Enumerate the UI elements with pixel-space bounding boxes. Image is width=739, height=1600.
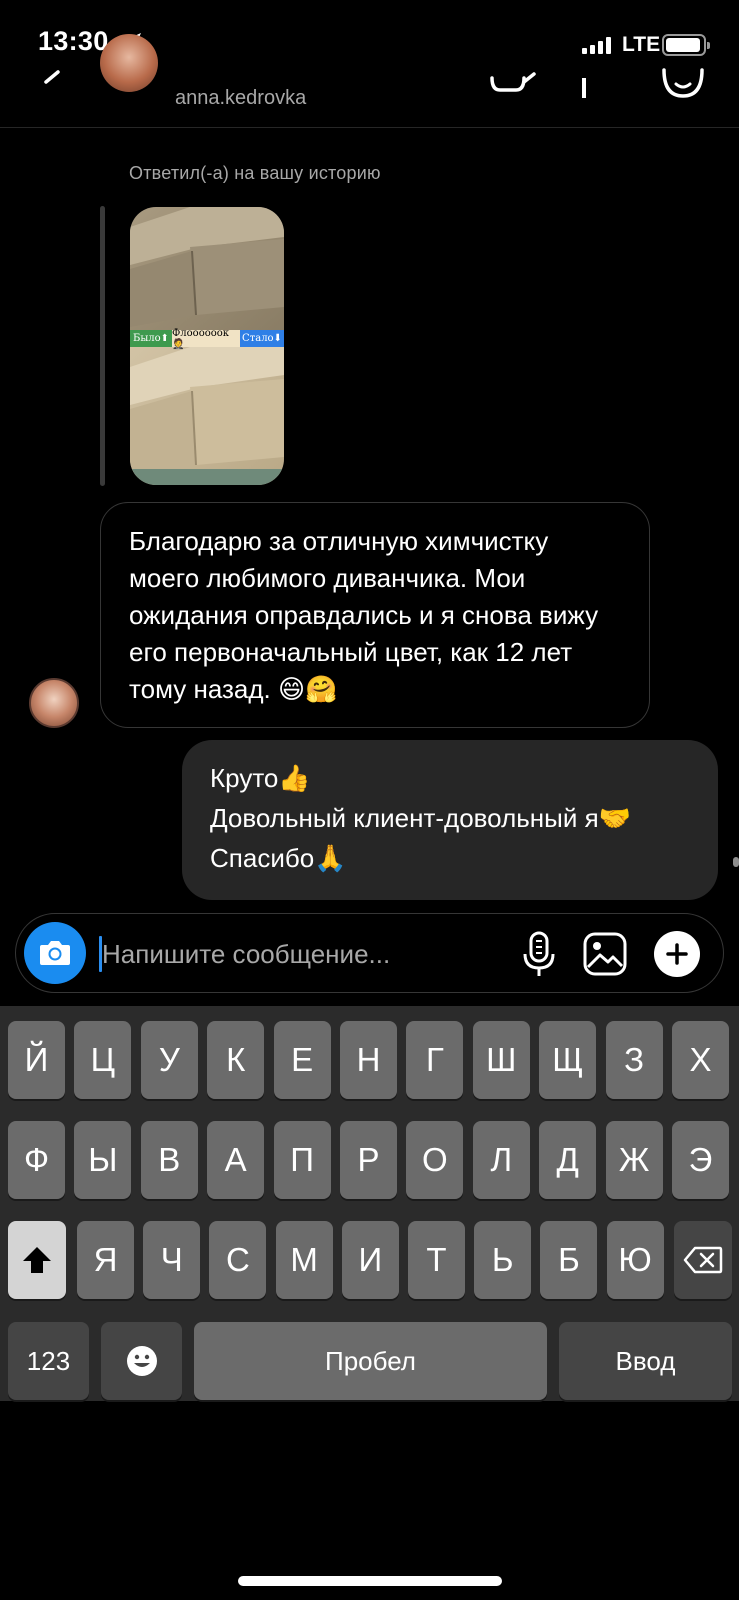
key-х[interactable]: Х (672, 1021, 729, 1099)
numbers-key[interactable]: 123 (8, 1322, 89, 1400)
back-chevron-icon[interactable] (38, 70, 64, 100)
emoji-key[interactable] (101, 1322, 182, 1400)
key-ш[interactable]: Ш (472, 1021, 530, 1099)
key-ч[interactable]: Ч (143, 1221, 201, 1299)
cellular-signal-icon (582, 36, 611, 54)
emoji-icon (126, 1346, 157, 1376)
before-after-caption: Было⬆ Флоооооок🤵 Стало⬇ (130, 328, 284, 350)
info-icon[interactable] (578, 60, 590, 100)
key-г[interactable]: Г (406, 1021, 464, 1099)
key-н[interactable]: Н (340, 1021, 397, 1099)
key-к[interactable]: К (207, 1021, 265, 1099)
outgoing-line-3: Спасибо🙏 (210, 843, 347, 873)
key-э[interactable]: Э (672, 1121, 729, 1199)
key-ы[interactable]: Ы (74, 1121, 132, 1199)
key-в[interactable]: В (140, 1121, 198, 1199)
incoming-message-bubble[interactable]: Благодарю за отличную химчистку моего лю… (100, 502, 650, 728)
outgoing-message-bubble[interactable]: Круто👍 Довольный клиент-довольный я🤝 Спа… (182, 740, 718, 900)
plus-icon (666, 943, 688, 965)
microphone-icon[interactable] (519, 930, 559, 978)
add-button[interactable] (654, 931, 700, 977)
key-а[interactable]: А (207, 1121, 265, 1199)
key-р[interactable]: Р (340, 1121, 397, 1199)
middle-label: Флоооооок🤵 (172, 328, 240, 350)
camera-button[interactable] (24, 922, 86, 984)
camera-icon (40, 941, 70, 965)
message-composer (15, 913, 724, 993)
key-ц[interactable]: Ц (74, 1021, 132, 1099)
key-ю[interactable]: Ю (606, 1221, 664, 1299)
home-indicator (238, 1576, 502, 1586)
key-п[interactable]: П (273, 1121, 331, 1199)
more-circle-icon[interactable] (660, 60, 706, 100)
key-й[interactable]: Й (8, 1021, 65, 1099)
key-у[interactable]: У (140, 1021, 198, 1099)
key-д[interactable]: Д (539, 1121, 597, 1199)
battery-icon (662, 34, 710, 56)
contact-avatar[interactable] (100, 34, 158, 92)
after-label: Стало⬇ (240, 330, 284, 347)
scroll-indicator (733, 857, 739, 867)
key-м[interactable]: М (275, 1221, 333, 1299)
outgoing-line-2: Довольный клиент-довольный я🤝 (210, 803, 632, 833)
outgoing-line-1: Круто👍 (210, 763, 311, 793)
story-thumbnail[interactable]: Было⬆ Флоооооок🤵 Стало⬇ (130, 207, 284, 485)
key-л[interactable]: Л (472, 1121, 530, 1199)
gallery-icon[interactable] (582, 931, 628, 977)
backspace-icon (683, 1246, 723, 1274)
status-time: 13:30 (38, 26, 109, 56)
story-reply-label: Ответил(-а) на вашу историю (129, 163, 381, 183)
before-label: Было⬆ (130, 330, 172, 347)
space-key[interactable]: Пробел (194, 1322, 547, 1400)
shift-arrow-icon (23, 1247, 51, 1273)
key-ж[interactable]: Ж (605, 1121, 663, 1199)
backspace-key[interactable] (674, 1221, 732, 1299)
key-ь[interactable]: Ь (474, 1221, 532, 1299)
shift-key[interactable] (8, 1221, 66, 1299)
key-щ[interactable]: Щ (539, 1021, 597, 1099)
chat-header: anna.kedrovka (0, 34, 739, 128)
key-е[interactable]: Е (273, 1021, 331, 1099)
network-type: LTE (622, 33, 661, 56)
key-о[interactable]: О (406, 1121, 464, 1199)
key-т[interactable]: Т (408, 1221, 465, 1299)
key-б[interactable]: Б (540, 1221, 598, 1299)
key-я[interactable]: Я (77, 1221, 134, 1299)
key-з[interactable]: З (605, 1021, 663, 1099)
reply-indicator-line (100, 206, 105, 486)
key-с[interactable]: С (209, 1221, 267, 1299)
key-ф[interactable]: Ф (8, 1121, 65, 1199)
video-call-icon[interactable] (488, 60, 536, 100)
key-и[interactable]: И (341, 1221, 399, 1299)
sender-avatar[interactable] (29, 678, 79, 728)
message-input[interactable] (102, 934, 502, 974)
contact-username[interactable]: anna.kedrovka (175, 87, 306, 110)
return-key[interactable]: Ввод (559, 1322, 732, 1400)
keyboard: ЙЦУКЕНГШЩЗХ ФЫВАПРОЛДЖЭ ЯЧСМИТЬБЮ 123 Пр… (0, 1006, 739, 1401)
